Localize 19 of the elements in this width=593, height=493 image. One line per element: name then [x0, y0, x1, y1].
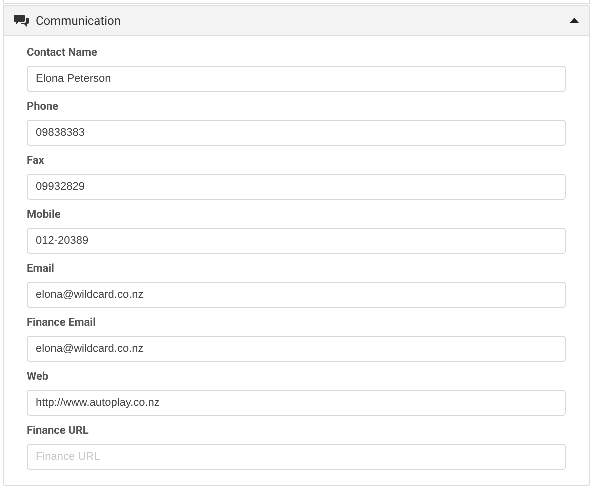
- chat-icon: [14, 14, 29, 27]
- field-label: Finance Email: [27, 316, 97, 330]
- input-field[interactable]: 012-20389: [27, 228, 566, 254]
- field-label: Web: [27, 370, 50, 384]
- input-field[interactable]: elona@wildcard.co.nz: [27, 336, 566, 362]
- panel-title: Communication: [36, 14, 122, 28]
- field-label: Finance URL: [27, 424, 90, 438]
- input-field[interactable]: 09838383: [27, 120, 566, 146]
- input-field[interactable]: elona@wildcard.co.nz: [27, 282, 566, 308]
- input-field[interactable]: http://www.autoplay.co.nz: [27, 390, 566, 416]
- input-field[interactable]: 09932829: [27, 174, 566, 200]
- field-label: Phone: [27, 100, 60, 114]
- input-field[interactable]: Elona Peterson: [27, 66, 566, 92]
- field-label: Mobile: [27, 208, 62, 222]
- field-label: Fax: [27, 154, 46, 168]
- field-label: Email: [27, 262, 56, 276]
- panel-header[interactable]: Communication: [4, 6, 589, 36]
- caret-icon[interactable]: [570, 18, 579, 23]
- field-label: Contact Name: [27, 46, 98, 60]
